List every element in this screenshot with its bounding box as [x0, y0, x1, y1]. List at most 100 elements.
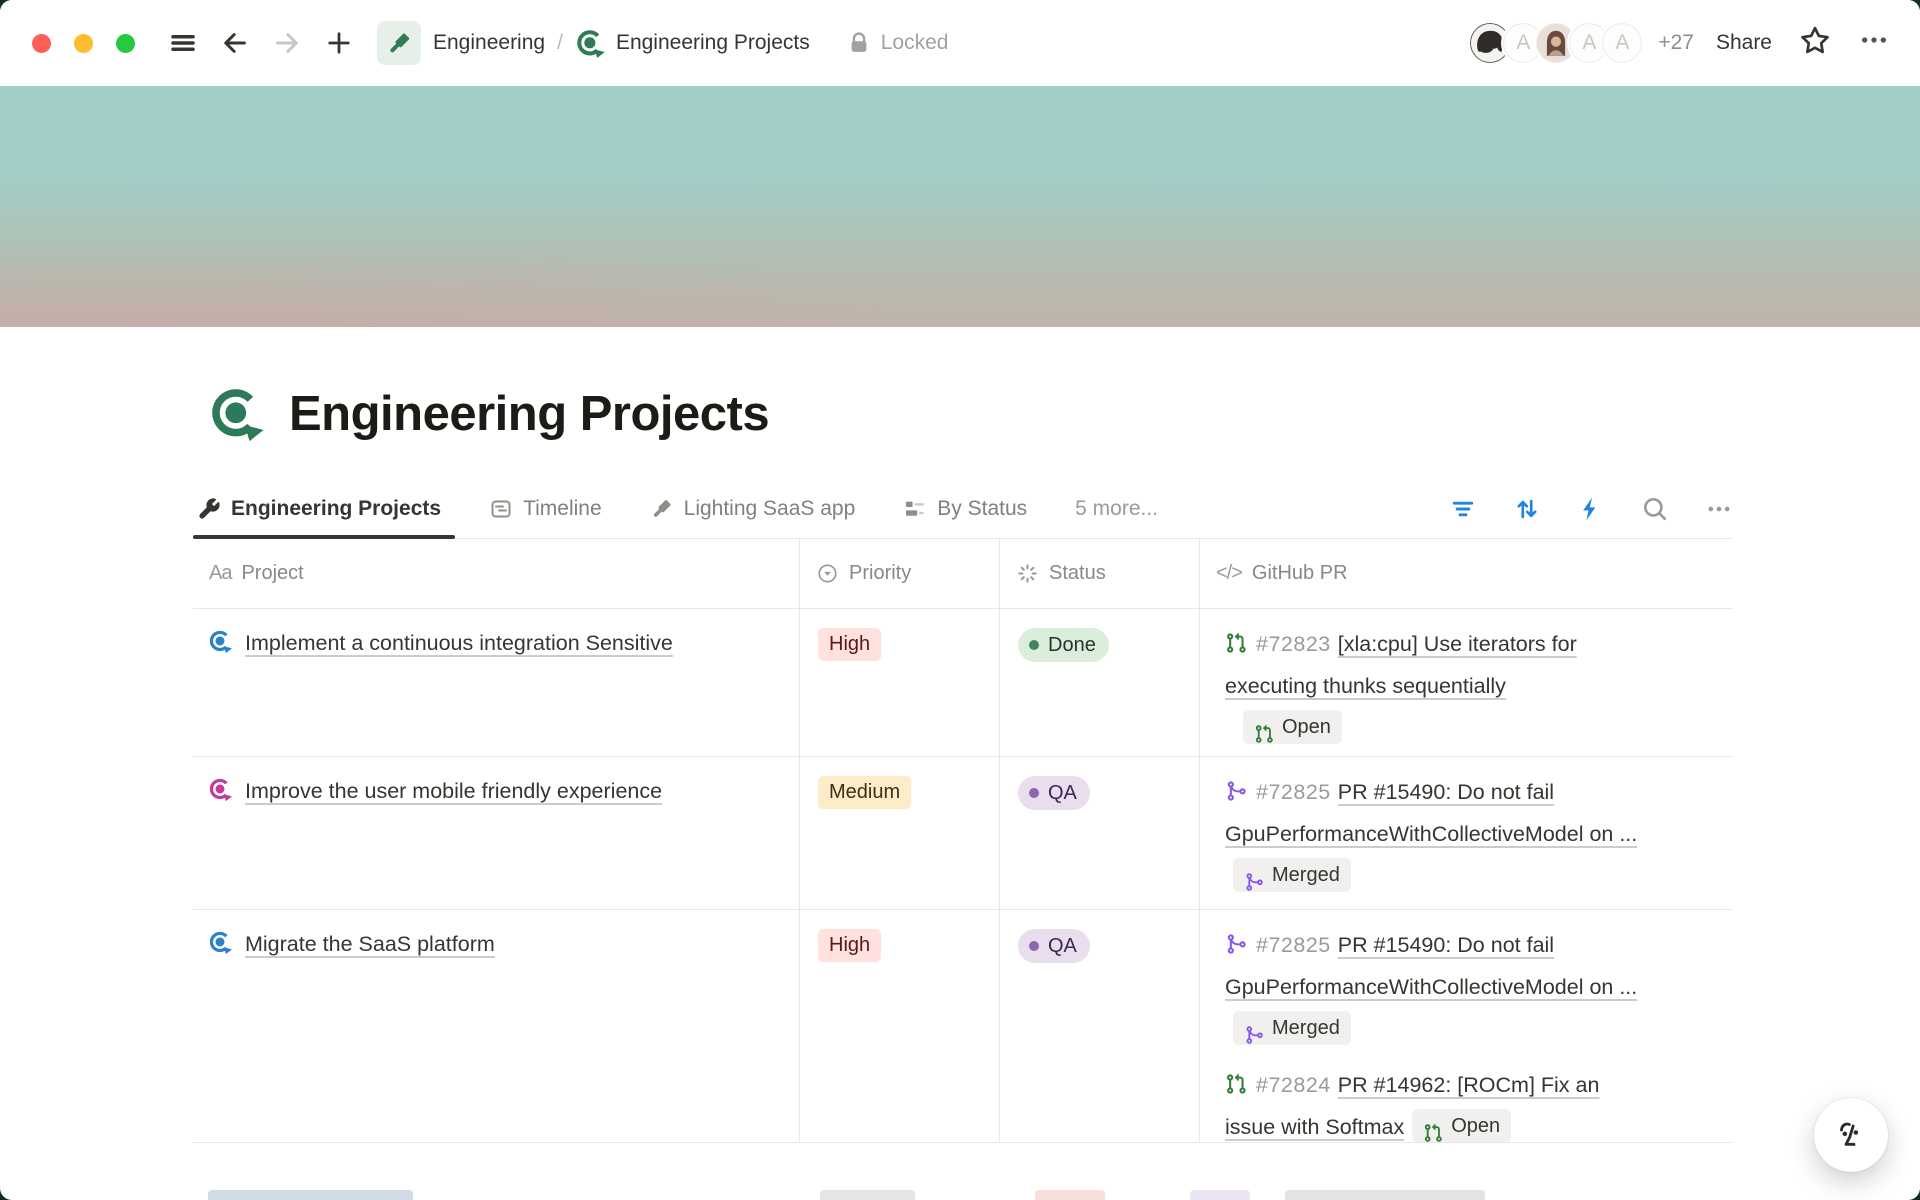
column-header-priority[interactable]: Priority	[800, 539, 1000, 608]
automations-button[interactable]	[1576, 494, 1605, 523]
column-label: Project	[241, 562, 303, 585]
page-options-button[interactable]	[1858, 24, 1890, 62]
tab-label: By Status	[937, 497, 1027, 521]
ghost-text	[208, 1190, 413, 1200]
titlebar: Engineering / Engineering Projects Locke…	[0, 0, 1920, 86]
project-link[interactable]: Migrate the SaaS platform	[245, 932, 495, 956]
view-tabs-bar: Engineering Projects Timeline Lighting S…	[193, 479, 1733, 539]
pr-status-badge[interactable]: Merged	[1233, 858, 1351, 892]
page-logo-icon	[575, 28, 606, 59]
workspace-icon-chip[interactable]	[377, 21, 421, 65]
forward-arrow-icon	[272, 28, 302, 58]
zoom-window-button[interactable]	[116, 34, 135, 53]
tab-label: Engineering Projects	[231, 497, 441, 521]
status-dot	[1029, 788, 1039, 798]
project-cell[interactable]: Improve the user mobile friendly experie…	[193, 757, 800, 909]
minimize-window-button[interactable]	[74, 34, 93, 53]
priority-cell[interactable]: Medium	[800, 757, 1000, 909]
status-pill[interactable]: QA	[1018, 776, 1090, 810]
table-row: Improve the user mobile friendly experie…	[193, 757, 1733, 910]
notion-ai-button[interactable]	[1814, 1098, 1888, 1172]
breadcrumb-current[interactable]: Engineering Projects	[616, 31, 810, 55]
page-logo-icon[interactable]	[208, 385, 266, 443]
titlebar-right: A A A +27 Share	[1468, 21, 1890, 65]
ghost-pill	[820, 1190, 915, 1200]
github-pr-mention: #72823[xla:cpu] Use iterators for execut…	[1225, 623, 1650, 744]
pr-status-badge[interactable]: Open	[1412, 1109, 1511, 1143]
project-link[interactable]: Implement a continuous integration Sensi…	[245, 631, 673, 655]
search-button[interactable]	[1640, 494, 1669, 523]
partial-next-row	[0, 1188, 1920, 1200]
status-cell[interactable]: QA	[1000, 910, 1200, 1142]
status-cell[interactable]: QA	[1000, 757, 1200, 909]
view-options-button[interactable]	[1704, 494, 1733, 523]
search-icon	[1641, 495, 1669, 523]
pr-badge-label: Open	[1451, 1105, 1500, 1143]
back-button[interactable]	[217, 25, 253, 61]
status-cell[interactable]: Done	[1000, 609, 1200, 756]
sort-button[interactable]	[1512, 494, 1541, 523]
avatar[interactable]: A	[1600, 21, 1644, 65]
github-pr-cell[interactable]: #72825PR #15490: Do not fail GpuPerforma…	[1200, 910, 1733, 1142]
page-title[interactable]: Engineering Projects	[289, 386, 769, 442]
ai-face-icon	[1831, 1115, 1871, 1155]
hammer-icon	[386, 30, 413, 57]
table-body: Implement a continuous integration Sensi…	[193, 609, 1733, 1143]
priority-cell[interactable]: High	[800, 910, 1000, 1142]
pr-state-use	[1228, 781, 1246, 800]
filter-button[interactable]	[1448, 494, 1477, 523]
breadcrumb: Engineering / Engineering Projects	[433, 28, 810, 59]
priority-pill[interactable]: High	[818, 929, 881, 962]
status-pill[interactable]: Done	[1018, 628, 1109, 662]
priority-pill[interactable]: Medium	[818, 776, 911, 809]
pr-state-icon	[1225, 927, 1247, 949]
pr-badge-label: Merged	[1272, 1007, 1340, 1049]
tab-by-status[interactable]: By Status	[899, 479, 1031, 538]
pr-badge-use	[1256, 725, 1273, 743]
column-header-github-pr[interactable]: </> GitHub PR	[1200, 539, 1733, 608]
github-pr-cell[interactable]: #72823[xla:cpu] Use iterators for execut…	[1200, 609, 1733, 756]
sidebar-toggle-button[interactable]	[165, 25, 201, 61]
share-button[interactable]: Share	[1716, 31, 1772, 55]
tab-label: Timeline	[523, 497, 602, 521]
tab-timeline[interactable]: Timeline	[485, 479, 606, 538]
page-cover-image	[0, 86, 1920, 327]
forward-button[interactable]	[269, 25, 305, 61]
breadcrumb-root[interactable]: Engineering	[433, 31, 545, 55]
tab-engineering-projects[interactable]: Engineering Projects	[193, 479, 445, 538]
pr-badge-label: Merged	[1272, 854, 1340, 896]
project-cell[interactable]: Implement a continuous integration Sensi…	[193, 609, 800, 756]
new-page-button[interactable]	[321, 25, 357, 61]
status-pill[interactable]: QA	[1018, 929, 1090, 963]
ghost-text	[1285, 1190, 1485, 1200]
sort-icon	[1513, 495, 1541, 523]
lock-icon	[846, 30, 872, 56]
page-header: Engineering Projects	[193, 379, 1733, 449]
locked-indicator[interactable]: Locked	[846, 30, 949, 56]
project-link[interactable]: Improve the user mobile friendly experie…	[245, 779, 662, 803]
priority-pill[interactable]: High	[818, 628, 881, 661]
breadcrumb-separator: /	[557, 31, 563, 55]
pr-state-icon	[1244, 1018, 1264, 1038]
pr-status-badge[interactable]: Open	[1243, 710, 1342, 744]
favorite-button[interactable]	[1798, 23, 1832, 63]
project-cell[interactable]: Migrate the SaaS platform	[193, 910, 800, 1142]
priority-cell[interactable]: High	[800, 609, 1000, 756]
wrench-icon	[197, 497, 221, 521]
avatar-stack[interactable]: A A A	[1468, 21, 1644, 65]
close-window-button[interactable]	[32, 34, 51, 53]
tab-lighting-saas-app[interactable]: Lighting SaaS app	[646, 479, 860, 538]
pr-number: #72825	[1256, 780, 1331, 804]
pr-state-icon	[1225, 774, 1247, 796]
github-pr-mention: #72825PR #15490: Do not fail GpuPerforma…	[1225, 771, 1650, 897]
project-logo-icon	[208, 930, 233, 955]
tab-more-views[interactable]: 5 more...	[1071, 479, 1162, 538]
github-pr-cell[interactable]: #72825PR #15490: Do not fail GpuPerforma…	[1200, 757, 1733, 909]
column-header-status[interactable]: Status	[1000, 539, 1200, 608]
avatar-overflow-count[interactable]: +27	[1658, 31, 1694, 55]
pr-number: #72823	[1256, 632, 1331, 656]
column-header-project[interactable]: Aa Project	[193, 539, 800, 608]
pr-status-badge[interactable]: Merged	[1233, 1011, 1351, 1045]
pr-state-use	[1228, 934, 1246, 953]
pr-badge-use	[1247, 873, 1263, 890]
